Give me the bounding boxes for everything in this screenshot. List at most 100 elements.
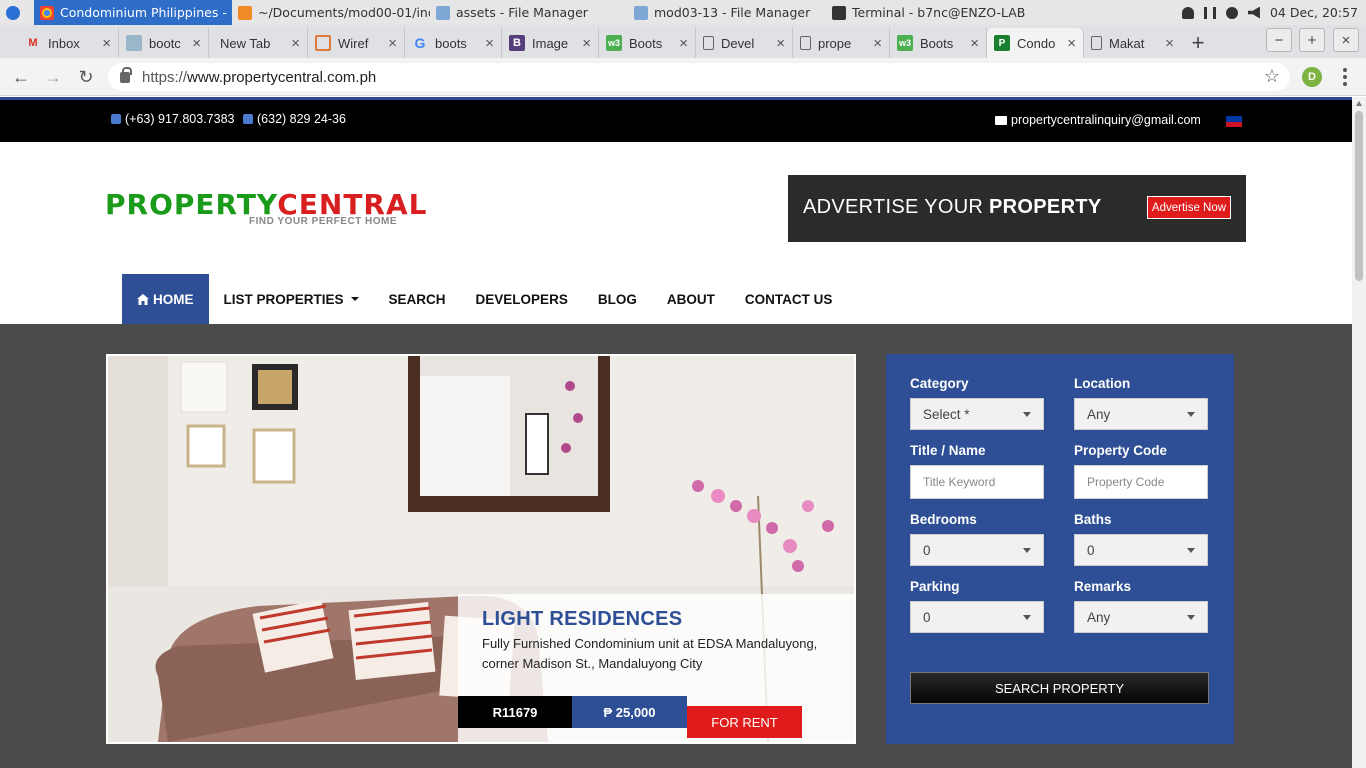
tab-makati[interactable]: Makat × bbox=[1084, 28, 1181, 58]
remarks-select[interactable]: Any bbox=[1074, 601, 1208, 633]
tab-wireframe[interactable]: Wiref × bbox=[308, 28, 405, 58]
close-icon[interactable]: × bbox=[485, 35, 494, 52]
reload-icon[interactable]: ↻ bbox=[75, 66, 97, 88]
close-icon[interactable]: × bbox=[873, 35, 882, 52]
bedrooms-select[interactable]: 0 bbox=[910, 534, 1044, 566]
clock[interactable]: 04 Dec, 20:57 bbox=[1270, 5, 1358, 20]
tab-label: Image bbox=[532, 35, 569, 51]
nav-contact-us[interactable]: CONTACT US bbox=[730, 274, 848, 324]
close-icon[interactable]: × bbox=[102, 35, 111, 52]
window-close-button[interactable]: × bbox=[1333, 28, 1359, 52]
phone-mobile[interactable]: (+63) 917.803.7383 bbox=[111, 112, 234, 126]
search-property-button[interactable]: SEARCH PROPERTY bbox=[910, 672, 1209, 704]
hero-section: LIGHT RESIDENCES Fully Furnished Condomi… bbox=[0, 324, 1352, 768]
advertise-now-button[interactable]: Advertise Now bbox=[1147, 196, 1231, 219]
taskbar-item-editor[interactable]: ~/Documents/mod00-01/ind... bbox=[232, 0, 430, 25]
property-code-input[interactable]: Property Code bbox=[1074, 465, 1208, 499]
category-select[interactable]: Select * bbox=[910, 398, 1044, 430]
taskbar-item-chrome[interactable]: Condominium Philippines - B... bbox=[34, 0, 232, 25]
tab-bootc[interactable]: bootc × bbox=[119, 28, 209, 58]
power-icon[interactable] bbox=[1225, 6, 1238, 19]
forward-arrow-icon[interactable]: → bbox=[42, 66, 64, 88]
bookmark-star-icon[interactable]: ☆ bbox=[1264, 66, 1280, 87]
site-logo[interactable]: PROPERTYCENTRAL FIND YOUR PERFECT HOME bbox=[105, 190, 428, 228]
tab-w3-bootstrap-1[interactable]: w3 Boots × bbox=[599, 28, 696, 58]
phone-icon bbox=[243, 114, 253, 124]
new-tab-button[interactable]: + bbox=[1181, 28, 1215, 58]
address-bar[interactable]: https://www.propertycentral.com.ph ☆ bbox=[108, 63, 1290, 91]
baths-select[interactable]: 0 bbox=[1074, 534, 1208, 566]
taskbar-item-file-manager-mod03[interactable]: mod03-13 - File Manager bbox=[628, 0, 826, 25]
tab-label: Boots bbox=[920, 35, 954, 51]
close-icon[interactable]: × bbox=[192, 35, 201, 52]
close-icon[interactable]: × bbox=[776, 35, 785, 52]
lock-icon[interactable] bbox=[120, 66, 132, 83]
nav-about[interactable]: ABOUT bbox=[652, 274, 730, 324]
doc-icon bbox=[1091, 36, 1102, 50]
bootstrap-icon: B bbox=[509, 35, 525, 51]
scroll-up-arrow-icon[interactable] bbox=[1356, 101, 1362, 106]
volume-icon[interactable] bbox=[1247, 6, 1260, 19]
page-scrollbar[interactable] bbox=[1352, 97, 1366, 768]
email-link[interactable]: propertycentralinquiry@gmail.com bbox=[995, 113, 1201, 127]
nav-search[interactable]: SEARCH bbox=[374, 274, 461, 324]
minimize-button[interactable]: − bbox=[1266, 28, 1292, 52]
tab-new-tab[interactable]: New Tab × bbox=[209, 28, 308, 58]
close-icon[interactable]: × bbox=[1067, 35, 1076, 52]
tab-label: Condo bbox=[1017, 35, 1056, 51]
title-label: Title / Name bbox=[910, 443, 986, 458]
nav-blog[interactable]: BLOG bbox=[583, 274, 652, 324]
browser-menu-icon[interactable] bbox=[1340, 66, 1350, 88]
tab-w3-bootstrap-2[interactable]: w3 Boots × bbox=[890, 28, 987, 58]
nav-home[interactable]: HOME bbox=[122, 274, 209, 324]
tab-devel[interactable]: Devel × bbox=[696, 28, 793, 58]
close-icon[interactable]: × bbox=[970, 35, 979, 52]
profile-avatar[interactable]: D bbox=[1302, 67, 1322, 87]
w3-icon: w3 bbox=[897, 35, 913, 51]
os-menu-icon[interactable] bbox=[0, 0, 26, 25]
back-arrow-icon[interactable]: ← bbox=[10, 66, 32, 88]
chrome-icon bbox=[40, 5, 54, 20]
taskbar-item-terminal[interactable]: Terminal - b7nc@ENZO-LAB... bbox=[826, 0, 1026, 25]
folder-icon bbox=[634, 5, 648, 20]
featured-property-photo[interactable]: LIGHT RESIDENCES Fully Furnished Condomi… bbox=[106, 354, 856, 744]
maximize-button[interactable]: + bbox=[1299, 28, 1325, 52]
philippines-flag-icon[interactable] bbox=[1226, 116, 1242, 127]
advertise-text: ADVERTISE YOUR PROPERTY bbox=[803, 196, 1101, 219]
tab-bootstrap-image[interactable]: B Image × bbox=[502, 28, 599, 58]
browser-toolbar: ← → ↻ https://www.propertycentral.com.ph… bbox=[0, 58, 1366, 96]
taskbar-item-label: Terminal - b7nc@ENZO-LAB... bbox=[852, 5, 1026, 20]
title-keyword-input[interactable]: Title Keyword bbox=[910, 465, 1044, 499]
page-icon bbox=[126, 35, 142, 51]
tab-inbox[interactable]: M Inbox × bbox=[18, 28, 119, 58]
network-icon[interactable] bbox=[1203, 6, 1216, 19]
close-icon[interactable]: × bbox=[291, 35, 300, 52]
notification-bell-icon[interactable] bbox=[1181, 6, 1194, 19]
tab-google-search[interactable]: G boots × bbox=[405, 28, 502, 58]
nav-developers[interactable]: DEVELOPERS bbox=[461, 274, 583, 324]
property-code-label: Property Code bbox=[1074, 443, 1168, 458]
location-select[interactable]: Any bbox=[1074, 398, 1208, 430]
nav-list-label: LIST PROPERTIES bbox=[223, 291, 344, 307]
nav-list-properties[interactable]: LIST PROPERTIES bbox=[209, 274, 374, 324]
tab-label: New Tab bbox=[220, 35, 271, 51]
tab-prope[interactable]: prope × bbox=[793, 28, 890, 58]
folder-icon bbox=[436, 5, 450, 20]
close-icon[interactable]: × bbox=[679, 35, 688, 52]
close-icon[interactable]: × bbox=[582, 35, 591, 52]
bedrooms-select-value: 0 bbox=[923, 542, 931, 558]
tab-label: prope bbox=[818, 35, 852, 51]
scrollbar-thumb[interactable] bbox=[1355, 111, 1363, 281]
google-icon: G bbox=[414, 35, 426, 51]
listing-title[interactable]: LIGHT RESIDENCES bbox=[482, 608, 682, 631]
close-icon[interactable]: × bbox=[388, 35, 397, 52]
close-icon[interactable]: × bbox=[1165, 35, 1174, 52]
baths-select-value: 0 bbox=[1087, 542, 1095, 558]
phone-landline[interactable]: (632) 829 24-36 bbox=[243, 112, 346, 126]
taskbar-item-file-manager-assets[interactable]: assets - File Manager bbox=[430, 0, 628, 25]
home-icon bbox=[137, 293, 149, 305]
tab-condo-active[interactable]: P Condo × bbox=[987, 28, 1084, 58]
property-central-favicon: P bbox=[994, 35, 1010, 51]
location-select-value: Any bbox=[1087, 406, 1111, 422]
parking-select[interactable]: 0 bbox=[910, 601, 1044, 633]
